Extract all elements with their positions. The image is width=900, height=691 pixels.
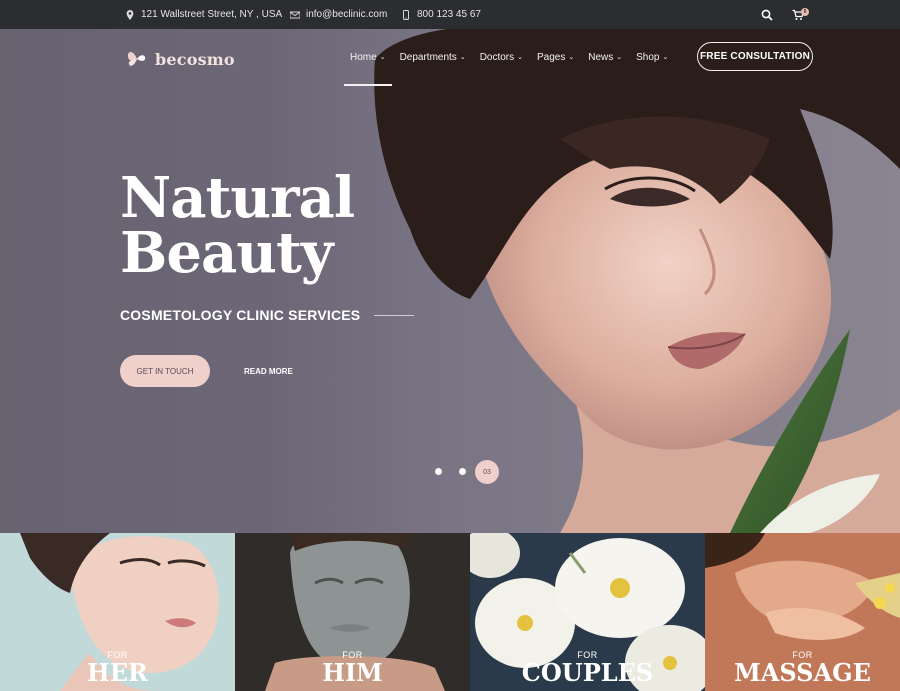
location-pin-icon: [126, 9, 134, 20]
slider-dot-2[interactable]: [459, 468, 466, 475]
category-him-caption: FOR HIM: [235, 650, 470, 686]
search-button[interactable]: [761, 0, 773, 29]
nav-item-label: Pages: [537, 51, 566, 63]
nav-item-home[interactable]: Home ⌄: [344, 45, 392, 86]
category-tile-her[interactable]: FOR HER: [0, 533, 235, 691]
hero-subtitle: COSMETOLOGY CLINIC SERVICES: [120, 307, 415, 323]
nav-item-label: Doctors: [479, 51, 515, 63]
nav-item-doctors[interactable]: Doctors ⌄: [474, 45, 529, 69]
nav-item-label: Departments: [399, 51, 457, 63]
butterfly-logo-icon: [127, 52, 146, 66]
hero-title-line-1: Natural: [120, 165, 355, 231]
chevron-down-icon: ⌄: [568, 54, 575, 61]
nav-item-label: News: [588, 51, 614, 63]
brand-logo[interactable]: becosmo: [125, 47, 235, 71]
chevron-down-icon: ⌄: [459, 54, 466, 61]
phone-link[interactable]: 800 123 45 67: [417, 9, 481, 20]
slider-dot-1[interactable]: [435, 468, 442, 475]
category-tile-him[interactable]: FOR HIM: [235, 533, 470, 691]
category-name: COUPLES: [521, 658, 654, 687]
hero-title: Natural Beauty: [120, 165, 355, 286]
email-link[interactable]: info@beclinic.com: [306, 9, 387, 20]
envelope-icon: [290, 11, 300, 18]
phone-info[interactable]: 800 123 45 67: [401, 0, 481, 29]
top-info-bar: 121 Wallstreet Street, NY , USA info@bec…: [0, 0, 900, 29]
cart-count-badge: 0: [801, 8, 809, 16]
hero-banner: becosmo Home ⌄ Departments ⌄ Doctors ⌄ P…: [0, 29, 900, 533]
get-in-touch-button[interactable]: GET IN TOUCH: [120, 355, 210, 387]
cart-button[interactable]: 0: [792, 0, 809, 29]
chevron-down-icon: ⌄: [379, 54, 386, 61]
category-massage-caption: FOR MASSAGE: [705, 650, 900, 686]
category-tiles: FOR HER FOR HIM FOR COUPLES FOR MASSAGE: [0, 533, 900, 691]
category-name: MASSAGE: [734, 658, 871, 687]
slider-dot-active[interactable]: 03: [475, 460, 499, 484]
hero-subtitle-text: COSMETOLOGY CLINIC SERVICES: [120, 307, 361, 323]
chevron-down-icon: ⌄: [517, 54, 524, 61]
nav-item-pages[interactable]: Pages ⌄: [531, 45, 580, 69]
search-icon: [761, 9, 773, 21]
free-consultation-button[interactable]: FREE CONSULTATION: [697, 42, 813, 71]
phone-icon: [403, 9, 409, 20]
category-tile-massage[interactable]: FOR MASSAGE: [705, 533, 900, 691]
nav-item-label: Home: [350, 51, 377, 63]
address-info: 121 Wallstreet Street, NY , USA: [125, 0, 282, 29]
brand-name: becosmo: [155, 49, 235, 69]
category-name: HER: [87, 658, 148, 687]
nav-item-departments[interactable]: Departments ⌄: [394, 45, 472, 69]
category-name: HIM: [322, 658, 383, 687]
address-text: 121 Wallstreet Street, NY , USA: [141, 9, 283, 20]
read-more-button[interactable]: READ MORE: [244, 355, 293, 387]
chevron-down-icon: ⌄: [616, 54, 623, 61]
category-couples-caption: FOR COUPLES: [470, 650, 705, 686]
category-tile-couples[interactable]: FOR COUPLES: [470, 533, 705, 691]
chevron-down-icon: ⌄: [662, 54, 669, 61]
nav-item-shop[interactable]: Shop ⌄: [630, 45, 674, 69]
main-navigation: Home ⌄ Departments ⌄ Doctors ⌄ Pages ⌄ N…: [344, 45, 674, 86]
nav-item-news[interactable]: News ⌄: [582, 45, 628, 69]
hero-title-line-2: Beauty: [120, 220, 333, 286]
email-info[interactable]: info@beclinic.com: [290, 0, 387, 29]
subtitle-divider: [374, 314, 415, 316]
category-her-caption: FOR HER: [0, 650, 235, 686]
nav-item-label: Shop: [636, 51, 660, 63]
